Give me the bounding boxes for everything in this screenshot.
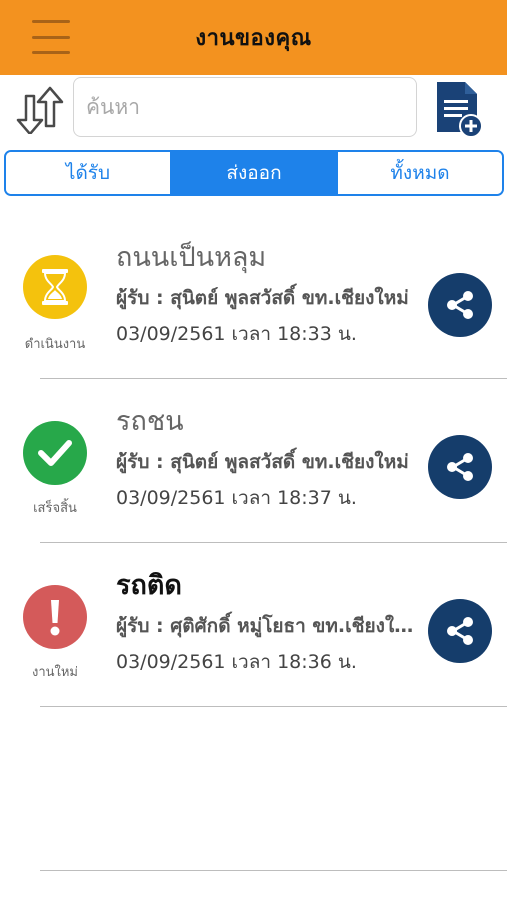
item-recipient: ผู้รับ : สุนิตย์ พูลสวัสดิ์ ขท.เชียงใหม่ (116, 451, 409, 473)
item-recipient: ผู้รับ : สุนิตย์ พูลสวัสดิ์ ขท.เชียงใหม่ (116, 287, 409, 309)
page-title: งานของคุณ (195, 26, 312, 51)
list-item[interactable]: ดำเนินงาน ถนนเป็นหลุม ผู้รับ : สุนิตย์ พ… (0, 215, 507, 379)
divider (40, 706, 507, 707)
segmented-tabs: ได้รับ ส่งออก ทั้งหมด (4, 150, 504, 196)
tab-sent[interactable]: ส่งออก (172, 152, 338, 194)
tab-all[interactable]: ทั้งหมด (338, 152, 502, 194)
list-item[interactable]: งานใหม่ รถติด ผู้รับ : ศุติศักดิ์ หมู่โย… (0, 543, 507, 707)
share-icon (447, 617, 473, 645)
search-input[interactable] (73, 77, 417, 137)
hourglass-icon (42, 269, 68, 305)
share-button[interactable] (428, 273, 492, 337)
share-icon (447, 453, 473, 481)
item-title: รถติด (116, 570, 182, 601)
share-button[interactable] (428, 599, 492, 663)
hamburger-menu-icon[interactable] (32, 20, 70, 54)
item-datetime: 03/09/2561 เวลา 18:33 น. (116, 323, 357, 345)
divider (40, 870, 507, 871)
item-recipient: ผู้รับ : ศุติศักดิ์ หมู่โยธา ขท.เชียงใหม… (116, 615, 416, 637)
status-label: งานใหม่ (31, 665, 79, 680)
exclamation-icon (50, 600, 60, 636)
status-badge (23, 255, 87, 319)
share-icon (447, 291, 473, 319)
item-datetime: 03/09/2561 เวลา 18:37 น. (116, 487, 357, 509)
status-badge (23, 421, 87, 485)
tab-received[interactable]: ได้รับ (6, 152, 172, 194)
checkmark-icon (38, 440, 72, 466)
share-button[interactable] (428, 435, 492, 499)
app-header: งานของคุณ (0, 0, 507, 75)
status-label: ดำเนินงาน (24, 337, 86, 352)
status-label: เสร็จสิ้น (33, 501, 77, 516)
list-item[interactable]: เสร็จสิ้น รถชน ผู้รับ : สุนิตย์ พูลสวัสด… (0, 379, 507, 543)
item-title: รถชน (116, 406, 184, 437)
item-datetime: 03/09/2561 เวลา 18:36 น. (116, 651, 357, 673)
status-badge (23, 585, 87, 649)
sort-arrows-icon[interactable] (16, 86, 64, 134)
item-title: ถนนเป็นหลุม (116, 242, 267, 273)
document-add-icon[interactable] (433, 80, 485, 138)
